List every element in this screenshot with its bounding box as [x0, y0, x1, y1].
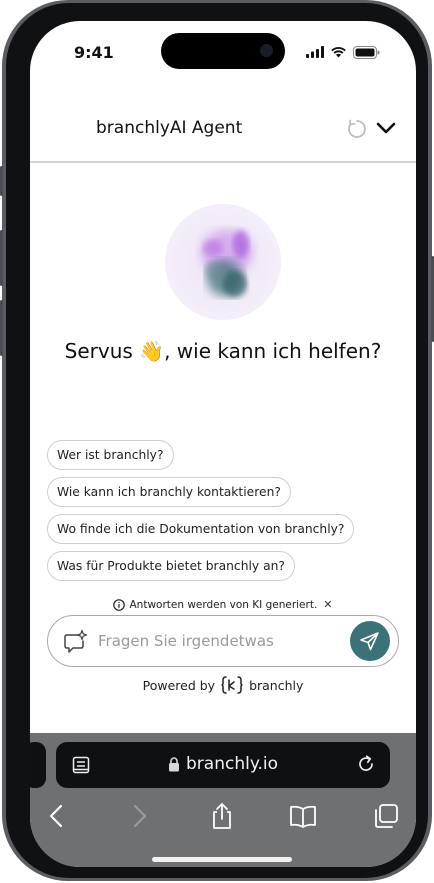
- page-menu-icon[interactable]: [72, 756, 90, 774]
- powered-by-label: Powered by: [142, 677, 216, 693]
- screen: 9:41 branchlyAI Agent Servus 👋, wie kann…: [30, 21, 416, 867]
- info-icon: [113, 598, 126, 611]
- volume-down-button: [0, 300, 3, 356]
- phone-frame: 9:41 branchlyAI Agent Servus 👋, wie kann…: [0, 0, 434, 881]
- home-indicator: [152, 857, 292, 862]
- status-icons: [306, 45, 380, 59]
- close-icon[interactable]: ✕: [323, 598, 332, 611]
- suggestion-chip[interactable]: Was für Produkte bietet branchly an?: [47, 551, 295, 581]
- chevron-down-icon[interactable]: [376, 120, 396, 136]
- address-bar[interactable]: branchly.io: [56, 742, 390, 788]
- bookmarks-icon[interactable]: [288, 801, 318, 831]
- wifi-icon: [331, 47, 346, 58]
- volume-up-button: [0, 230, 3, 286]
- browser-chrome: branchly.io: [30, 733, 416, 867]
- forward-icon[interactable]: [124, 801, 154, 831]
- status-time: 9:41: [74, 43, 114, 62]
- dynamic-island: [161, 33, 285, 69]
- back-icon[interactable]: [42, 801, 72, 831]
- message-input-box: [47, 615, 399, 667]
- ai-disclaimer: Antworten werden von KI generiert. ✕: [30, 598, 416, 611]
- suggestion-chip[interactable]: Wie kann ich branchly kontaktieren?: [47, 477, 291, 507]
- suggestion-chip[interactable]: Wo finde ich die Dokumentation von branc…: [47, 514, 355, 544]
- avatar-blob-image: [201, 230, 253, 297]
- phone-bezel: 9:41 branchlyAI Agent Servus 👋, wie kann…: [6, 3, 428, 878]
- powered-by-brand: branchly: [249, 677, 304, 693]
- disclaimer-text: Antworten werden von KI generiert.: [129, 598, 318, 611]
- reload-icon[interactable]: [346, 118, 368, 140]
- chat-sparkle-icon: [64, 629, 88, 653]
- branchly-logo-icon: [221, 676, 243, 694]
- suggestion-list: Wer ist branchly? Wie kann ich branchly …: [47, 440, 355, 581]
- silent-switch: [0, 166, 3, 196]
- battery-icon: [353, 45, 380, 59]
- message-input[interactable]: [98, 629, 328, 653]
- previous-tab[interactable]: [30, 742, 46, 788]
- suggestion-chip[interactable]: Wer ist branchly?: [47, 440, 174, 470]
- url-text: branchly.io: [186, 754, 278, 774]
- signal-icon: [306, 46, 324, 58]
- tabs-icon[interactable]: [371, 801, 401, 831]
- share-icon[interactable]: [207, 801, 237, 831]
- camera-icon: [260, 44, 273, 57]
- send-icon: [360, 632, 379, 651]
- reload-icon[interactable]: [356, 754, 376, 774]
- header-divider: [30, 161, 416, 163]
- agent-avatar: [165, 204, 281, 320]
- powered-by: Powered by branchly: [30, 675, 416, 695]
- greeting-heading: Servus 👋, wie kann ich helfen?: [64, 339, 382, 363]
- agent-title: branchlyAI Agent: [96, 118, 243, 138]
- lock-icon: [169, 757, 179, 772]
- send-button[interactable]: [350, 621, 390, 661]
